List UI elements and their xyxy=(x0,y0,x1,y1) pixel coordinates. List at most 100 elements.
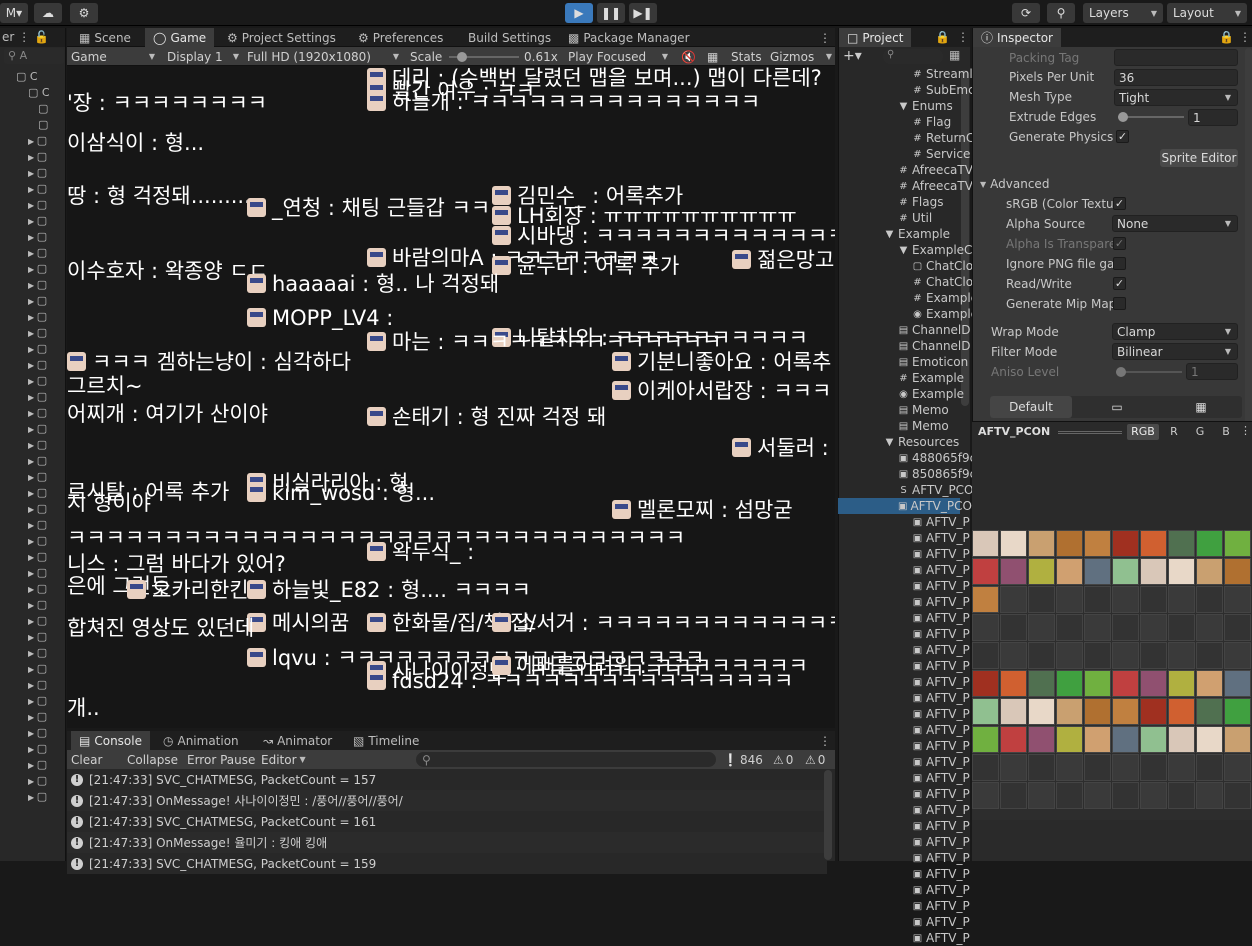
project-item[interactable]: ▣ AFTV_P xyxy=(912,930,970,946)
collab-icon[interactable]: ⚙ xyxy=(70,3,98,23)
hierarchy-item[interactable]: ▶ ▢ xyxy=(0,694,65,710)
project-item[interactable]: # AfreecaTV xyxy=(898,162,973,178)
project-item[interactable]: ▣ AFTV_P xyxy=(912,850,970,866)
tab-project[interactable]: □ Project xyxy=(839,28,912,47)
hierarchy-item[interactable]: ▢ C xyxy=(0,86,65,102)
layers-dropdown[interactable]: Layers ▼ xyxy=(1083,3,1163,23)
grid-icon[interactable]: ▦ xyxy=(707,47,718,66)
inspector-menu-icon[interactable]: ⋮ xyxy=(1239,30,1251,44)
inspector-scrollbar[interactable] xyxy=(1245,48,1252,428)
add-icon[interactable]: +▾ xyxy=(843,48,862,64)
project-item[interactable]: ▤ ChannelD xyxy=(898,338,971,354)
stats-button[interactable]: Stats xyxy=(731,47,762,66)
hierarchy-item[interactable]: ▶ ▢ xyxy=(0,662,65,678)
hierarchy-item[interactable]: ▶ ▢ xyxy=(0,342,65,358)
hierarchy-item[interactable]: ▶ ▢ xyxy=(0,310,65,326)
project-item[interactable]: # Flags xyxy=(898,194,943,210)
channel-rgb-button[interactable]: RGB xyxy=(1127,424,1159,440)
step-button[interactable]: ▶❚ xyxy=(629,3,657,23)
lock-icon[interactable]: 🔒 xyxy=(1219,30,1234,44)
hierarchy-item[interactable]: ▶ ▢ xyxy=(0,742,65,758)
tab-console[interactable]: ▤ Console xyxy=(71,731,150,750)
warning-count[interactable]: ⚠ 0 xyxy=(773,750,793,769)
tab-package-manager[interactable]: ▩ Package Manager xyxy=(560,28,698,47)
project-item[interactable]: ▣ AFTV_P xyxy=(912,738,970,754)
tab-timeline[interactable]: ▧ Timeline xyxy=(345,731,427,750)
project-item[interactable]: ▤ Memo xyxy=(898,418,949,434)
project-item[interactable]: # Flag xyxy=(912,114,951,130)
project-search-input[interactable]: ⚲ xyxy=(883,49,943,64)
hierarchy-item[interactable]: ▶ ▢ xyxy=(0,166,65,182)
project-item[interactable]: ▣ AFTV_P xyxy=(912,626,970,642)
platform-grid-icon[interactable]: ▦ xyxy=(1160,396,1242,418)
hierarchy-item[interactable]: ▶ ▢ xyxy=(0,134,65,150)
hierarchy-item[interactable]: ▶ ▢ xyxy=(0,294,65,310)
project-item[interactable]: ▤ Memo xyxy=(898,402,949,418)
console-log-entry[interactable]: ! [21:47:33] SVC_CHATMESG, PacketCount = … xyxy=(67,769,827,790)
console-menu-icon[interactable]: ⋮ xyxy=(811,731,839,750)
project-item[interactable]: ▼ Enums xyxy=(898,98,953,114)
project-item[interactable]: # AfreecaTV xyxy=(898,178,973,194)
project-item[interactable]: ▣ AFTV_P xyxy=(912,674,970,690)
project-item[interactable]: ▼ Example xyxy=(884,226,950,242)
project-item[interactable]: ▼ Resources xyxy=(884,434,960,450)
project-item[interactable]: ▣ AFTV_P xyxy=(912,834,970,850)
hierarchy-item[interactable]: ▶ ▢ xyxy=(0,630,65,646)
tab-inspector[interactable]: ⓘ Inspector xyxy=(973,28,1061,47)
project-item[interactable]: ▢ ChatClo xyxy=(912,258,973,274)
hierarchy-tab[interactable]: er ⋮ 🔓 xyxy=(0,28,65,47)
hierarchy-item[interactable]: ▶ ▢ xyxy=(0,326,65,342)
panel-menu-icon[interactable]: ⋮ xyxy=(811,28,839,47)
hierarchy-item[interactable]: ▶ ▢ xyxy=(0,534,65,550)
project-item[interactable]: # Service xyxy=(912,146,970,162)
project-item[interactable]: ▣ AFTV_P xyxy=(912,530,970,546)
ignore-png-checkbox[interactable] xyxy=(1113,257,1126,270)
project-item[interactable]: ▣ AFTV_P xyxy=(912,706,970,722)
tab-project-settings[interactable]: ⚙ Project Settings xyxy=(219,28,344,47)
info-count[interactable]: ❕ 846 xyxy=(723,750,763,769)
cloud-icon[interactable]: ☁ xyxy=(34,3,62,23)
console-search-input[interactable]: ⚲ xyxy=(416,752,716,767)
hierarchy-item[interactable]: ▶ ▢ xyxy=(0,646,65,662)
history-icon[interactable]: ⟳ xyxy=(1012,3,1040,23)
console-log-entry[interactable]: ! [21:47:33] OnMessage! 사나이이정민 : /풍어//풍어/… xyxy=(67,790,827,811)
layout-dropdown[interactable]: Layout ▼ xyxy=(1167,3,1247,23)
hierarchy-item[interactable]: ▢ xyxy=(0,118,65,134)
mesh-type-dropdown[interactable]: Tight ▼ xyxy=(1114,89,1238,106)
project-item[interactable]: ▣ AFTV_P xyxy=(912,690,970,706)
hierarchy-item[interactable]: ▶ ▢ xyxy=(0,502,65,518)
hierarchy-item[interactable]: ▶ ▢ xyxy=(0,214,65,230)
project-item[interactable]: ▣ AFTV_P xyxy=(912,770,970,786)
hierarchy-item[interactable]: ▶ ▢ xyxy=(0,150,65,166)
clear-button[interactable]: Clear xyxy=(71,750,102,769)
search-icon[interactable]: ⚲ xyxy=(1047,3,1075,23)
extrude-edges-field[interactable]: 1 xyxy=(1188,109,1238,126)
advanced-foldout[interactable]: ▼ Advanced xyxy=(980,175,1049,193)
console-log-entry[interactable]: ! [21:47:33] SVC_CHATMESG, PacketCount = … xyxy=(67,853,827,874)
project-item[interactable]: # Example xyxy=(912,290,978,306)
hierarchy-item[interactable]: ▶ ▢ xyxy=(0,278,65,294)
resolution-dropdown[interactable]: Full HD (1920x1080) ▼ xyxy=(247,47,399,66)
hierarchy-item[interactable]: ▶ ▢ xyxy=(0,774,65,790)
project-item[interactable]: ▣ AFTV_P xyxy=(912,754,970,770)
hierarchy-item[interactable]: ▶ ▢ xyxy=(0,566,65,582)
project-item[interactable]: ▣ AFTV_P xyxy=(912,898,970,914)
project-item[interactable]: ▣ AFTV_P xyxy=(912,578,970,594)
gizmos-dropdown[interactable]: Gizmos ▼ xyxy=(770,47,832,66)
project-item[interactable]: ▣ AFTV_P xyxy=(912,658,970,674)
project-item[interactable]: # SubEmc xyxy=(912,82,974,98)
game-mode-dropdown[interactable]: Game ▼ xyxy=(71,47,155,66)
hierarchy-item[interactable]: ▶ ▢ xyxy=(0,614,65,630)
channel-b-button[interactable]: B xyxy=(1215,424,1237,440)
project-item[interactable]: ▣ AFTV_PCO xyxy=(838,498,972,514)
monitor-icon[interactable]: ▭ xyxy=(1076,396,1158,418)
preview-drag-handle[interactable] xyxy=(1058,431,1122,434)
console-log-entry[interactable]: ! [21:47:33] OnMessage! 율미기 : 킹애 킹애 xyxy=(67,832,827,853)
scale-slider[interactable] xyxy=(449,47,519,66)
hierarchy-item[interactable]: ▶ ▢ xyxy=(0,438,65,454)
console-scrollbar[interactable] xyxy=(824,770,832,860)
channel-g-button[interactable]: G xyxy=(1189,424,1211,440)
error-pause-button[interactable]: Error Pause xyxy=(187,750,255,769)
project-item[interactable]: ▣ AFTV_P xyxy=(912,610,970,626)
hierarchy-item[interactable]: ▶ ▢ xyxy=(0,246,65,262)
